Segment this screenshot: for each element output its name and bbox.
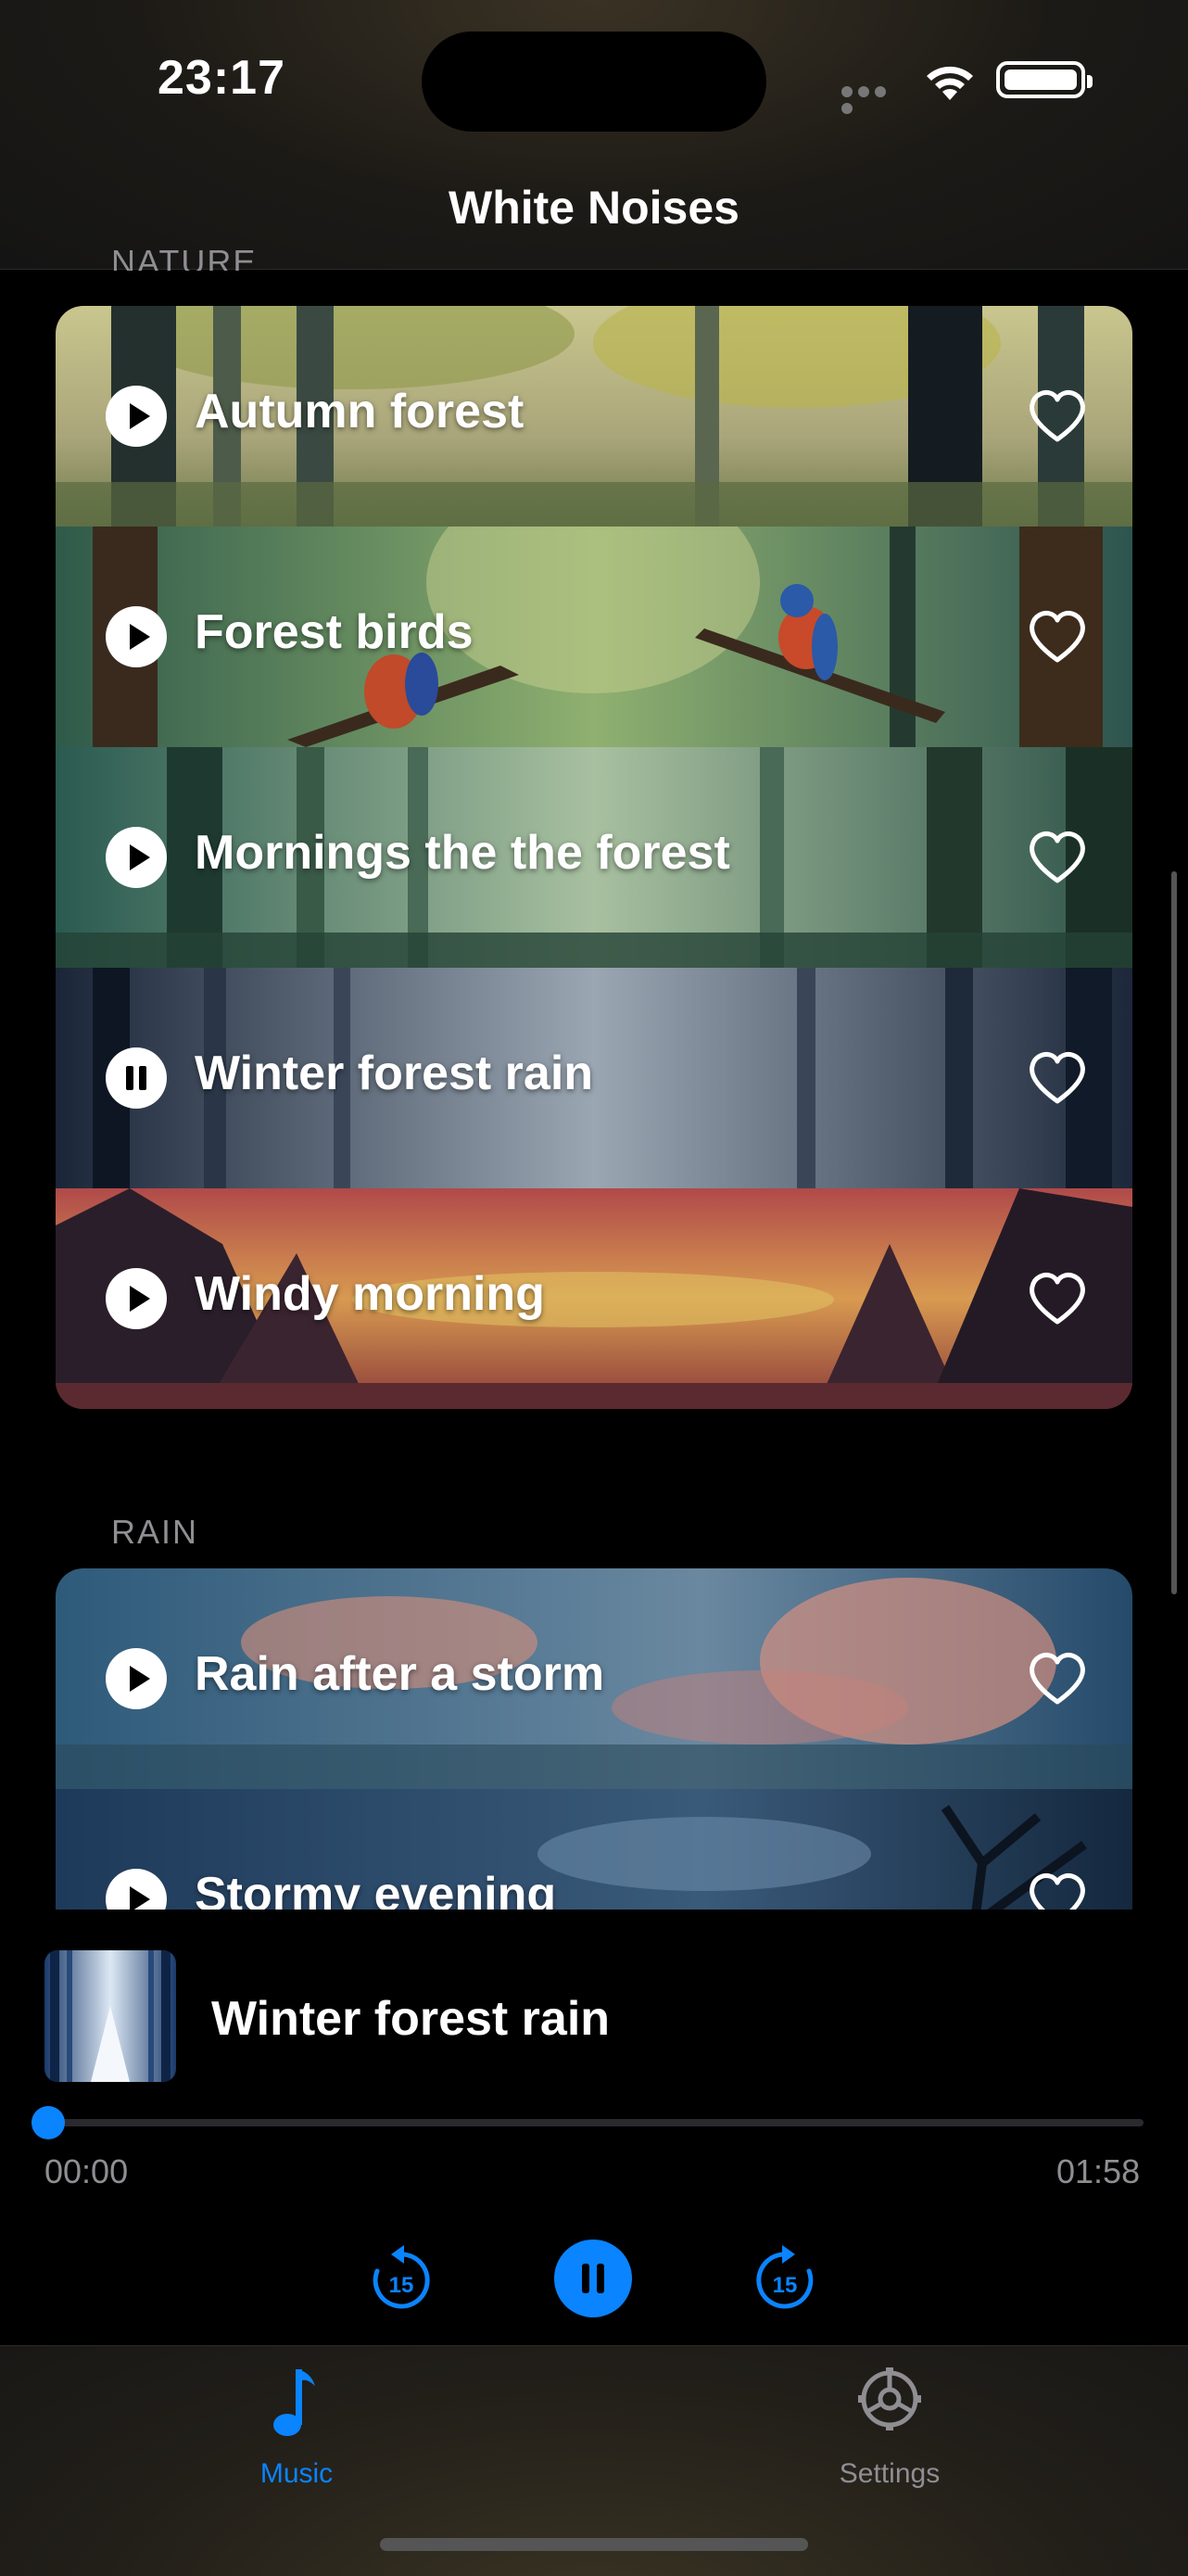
now-playing-artwork <box>44 1950 176 2082</box>
list-item[interactable]: Rain after a storm <box>56 1568 1132 1789</box>
pause-button[interactable] <box>106 1047 167 1109</box>
heart-icon[interactable] <box>1025 384 1090 449</box>
elapsed-time: 00:00 <box>44 2152 129 2190</box>
tab-label: Settings <box>839 2458 941 2489</box>
music-note-icon <box>273 2369 315 2436</box>
section-label-nature: NATURE <box>111 243 258 271</box>
play-icon <box>130 1286 150 1312</box>
list-item[interactable]: Winter forest rain <box>56 968 1132 1188</box>
play-button[interactable] <box>106 606 167 667</box>
tab-music[interactable]: Music <box>204 2362 389 2489</box>
forward-15-button[interactable]: 15 <box>752 2243 817 2312</box>
heart-icon[interactable] <box>1025 1266 1090 1331</box>
rewind-15-button[interactable]: 15 <box>369 2243 434 2312</box>
nature-card: Autumn forest Forest birds Mornings the … <box>56 306 1132 1409</box>
status-time: 23:17 <box>158 51 285 105</box>
heart-icon[interactable] <box>1025 825 1090 890</box>
page-title: White Noises <box>449 182 739 234</box>
track-name: Autumn forest <box>195 385 524 438</box>
section-label-rain: RAIN <box>111 1513 199 1551</box>
rewind-label: 15 <box>389 2273 414 2298</box>
track-name: Winter forest rain <box>195 1047 594 1100</box>
heart-icon[interactable] <box>1025 604 1090 669</box>
track-name: Rain after a storm <box>195 1647 605 1701</box>
play-button[interactable] <box>106 827 167 888</box>
list-item[interactable]: Windy morning <box>56 1188 1132 1409</box>
forward-label: 15 <box>773 2273 798 2298</box>
home-indicator <box>380 2538 808 2551</box>
heart-icon[interactable] <box>1025 1646 1090 1711</box>
wifi-icon <box>922 57 978 102</box>
pause-icon <box>126 1066 146 1090</box>
play-icon <box>130 1666 150 1692</box>
play-icon <box>130 403 150 429</box>
track-name: Forest birds <box>195 605 474 659</box>
list-item[interactable]: Forest birds <box>56 527 1132 747</box>
tab-settings[interactable]: Settings <box>797 2362 982 2489</box>
dynamic-island <box>422 32 766 132</box>
play-icon <box>130 1886 150 1910</box>
pause-button[interactable] <box>554 2240 632 2317</box>
list-item[interactable]: Autumn forest <box>56 306 1132 527</box>
play-icon <box>130 844 150 870</box>
rain-card: Rain after a storm Stormy evening <box>56 1568 1132 1910</box>
scrollbar[interactable] <box>1171 871 1177 1594</box>
gear-icon <box>858 2367 921 2430</box>
track-name: Windy morning <box>195 1267 545 1321</box>
now-playing-title: Winter forest rain <box>211 1992 611 2046</box>
play-icon <box>130 624 150 650</box>
cellular-signal-icon <box>841 85 906 114</box>
track-name: Stormy evening <box>195 1868 557 1910</box>
list-item[interactable]: Mornings the the forest <box>56 747 1132 968</box>
tab-label: Music <box>259 2458 334 2489</box>
progress-track[interactable] <box>48 2119 1144 2126</box>
duration-time: 01:58 <box>1056 2152 1141 2190</box>
progress-knob[interactable] <box>32 2106 65 2139</box>
track-name: Mornings the the forest <box>195 826 730 880</box>
heart-icon[interactable] <box>1025 1867 1090 1910</box>
play-button[interactable] <box>106 1869 167 1910</box>
heart-icon[interactable] <box>1025 1046 1090 1110</box>
play-button[interactable] <box>106 1268 167 1329</box>
battery-icon <box>996 61 1093 98</box>
play-button[interactable] <box>106 386 167 447</box>
list-item[interactable]: Stormy evening <box>56 1789 1132 1910</box>
play-button[interactable] <box>106 1648 167 1709</box>
